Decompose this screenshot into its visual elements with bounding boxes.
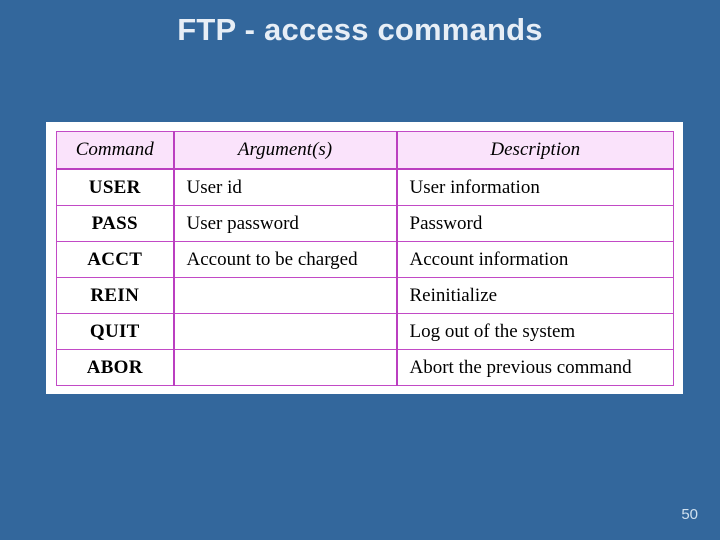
cell-description: Account information bbox=[396, 241, 674, 278]
slide-canvas: FTP - access commands Command Argument(s… bbox=[0, 0, 720, 540]
cell-argument: User id bbox=[173, 168, 398, 206]
ftp-access-commands-table: Command Argument(s) Description USER Use… bbox=[56, 131, 674, 386]
cell-command: QUIT bbox=[56, 313, 175, 350]
cell-description: Abort the previous command bbox=[396, 349, 674, 386]
cell-command: USER bbox=[56, 168, 175, 206]
column-header-argument: Argument(s) bbox=[173, 131, 398, 170]
table-header-row: Command Argument(s) Description bbox=[56, 131, 674, 170]
cell-argument bbox=[173, 313, 398, 350]
page-title: FTP - access commands bbox=[177, 12, 543, 47]
cell-command: ABOR bbox=[56, 349, 175, 386]
cell-description: Log out of the system bbox=[396, 313, 674, 350]
cell-description: Reinitialize bbox=[396, 277, 674, 314]
cell-argument: Account to be charged bbox=[173, 241, 398, 278]
table-row: REIN Reinitialize bbox=[56, 277, 674, 314]
table-row: PASS User password Password bbox=[56, 205, 674, 242]
table-card: Command Argument(s) Description USER Use… bbox=[46, 122, 683, 394]
page-number: 50 bbox=[681, 506, 698, 523]
cell-argument: User password bbox=[173, 205, 398, 242]
cell-description: User information bbox=[396, 168, 674, 206]
cell-argument bbox=[173, 349, 398, 386]
table-row: USER User id User information bbox=[56, 168, 674, 206]
column-header-command: Command bbox=[56, 131, 175, 170]
column-header-description: Description bbox=[396, 131, 674, 170]
cell-argument bbox=[173, 277, 398, 314]
cell-description: Password bbox=[396, 205, 674, 242]
table-row: ABOR Abort the previous command bbox=[56, 349, 674, 386]
cell-command: REIN bbox=[56, 277, 175, 314]
table-row: QUIT Log out of the system bbox=[56, 313, 674, 350]
table-row: ACCT Account to be charged Account infor… bbox=[56, 241, 674, 278]
cell-command: ACCT bbox=[56, 241, 175, 278]
cell-command: PASS bbox=[56, 205, 175, 242]
